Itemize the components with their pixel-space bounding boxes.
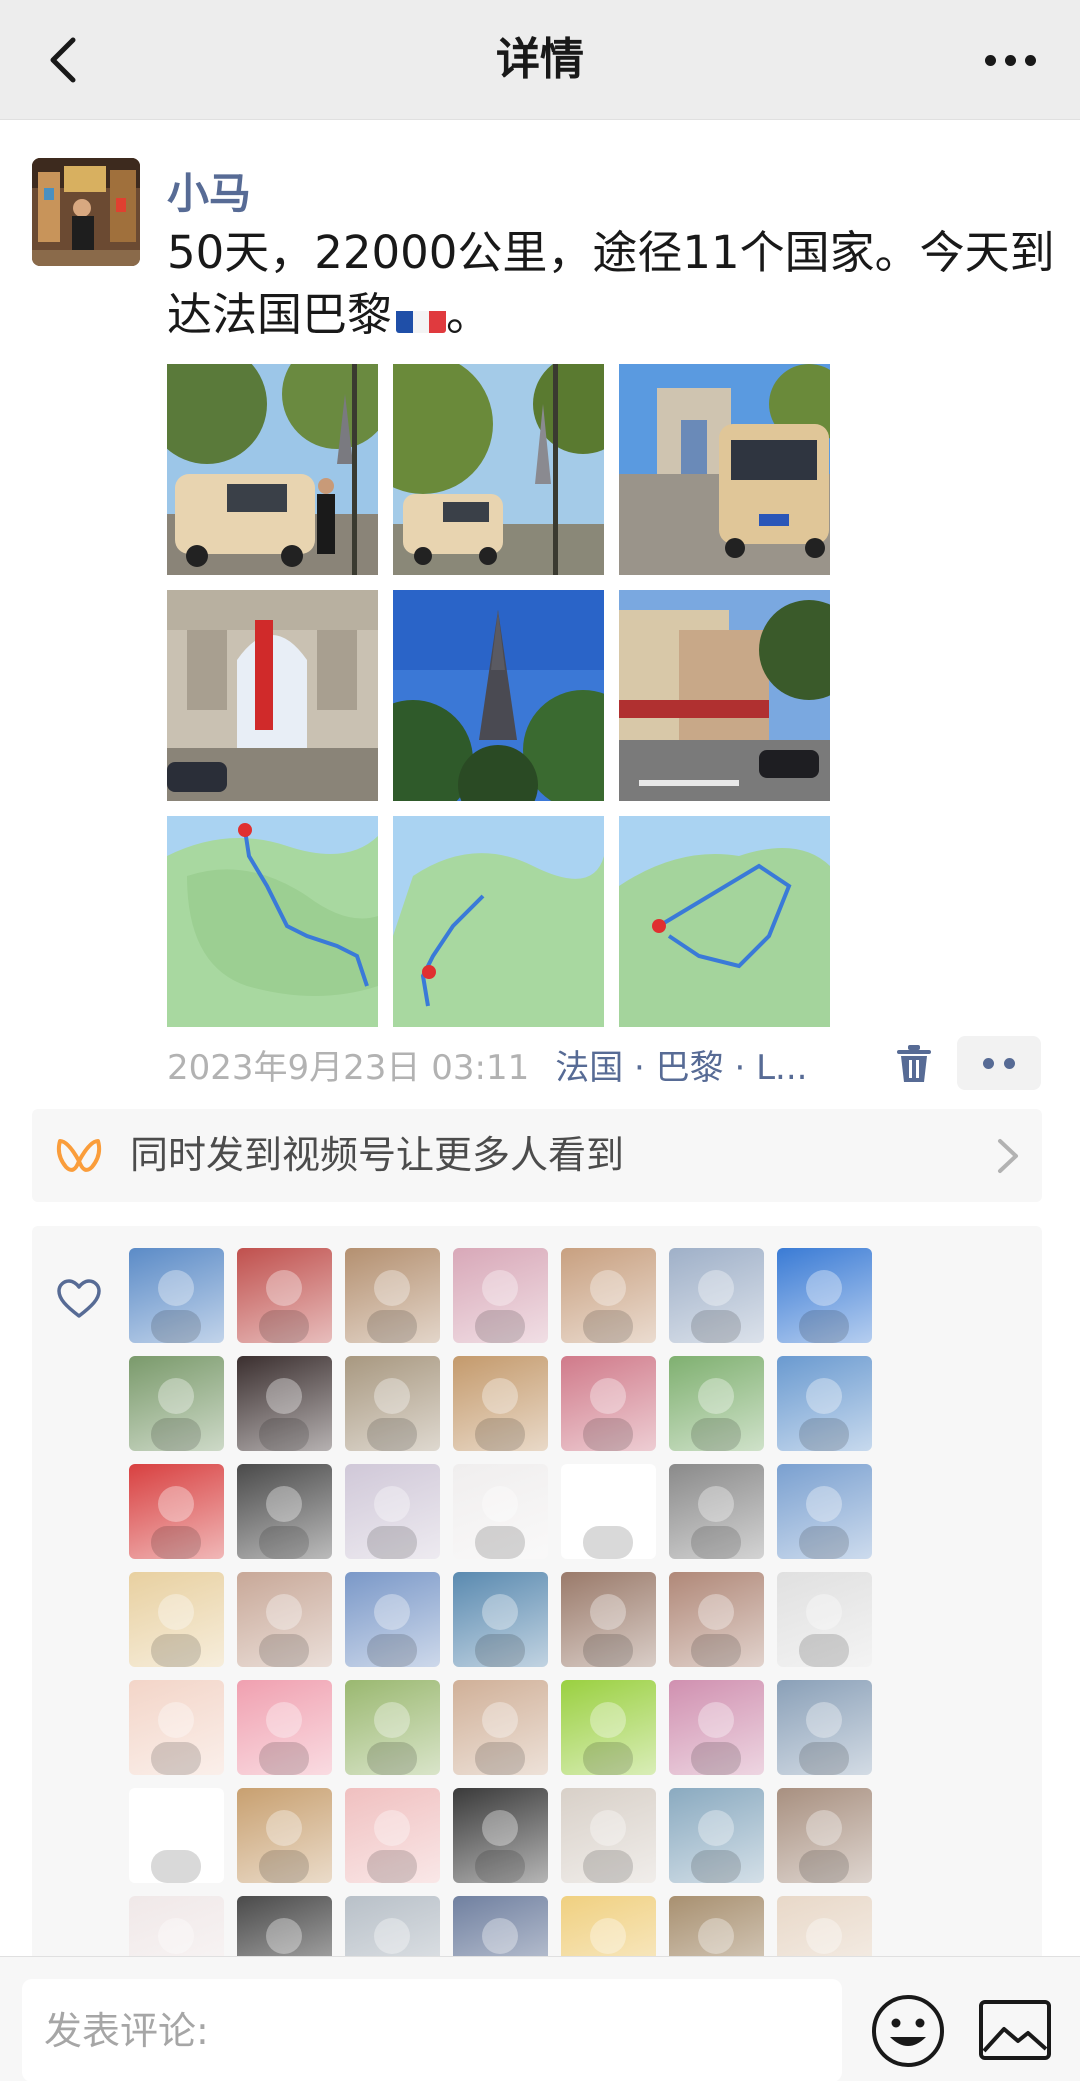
liker-avatar[interactable] xyxy=(129,1464,224,1559)
post-text-body: 50天，22000公里，途径11个国家。今天到达法国巴黎 xyxy=(167,226,1055,341)
navbar: 详情 xyxy=(0,0,1080,120)
liker-avatar[interactable] xyxy=(129,1788,224,1883)
post-text: 50天，22000公里，途径11个国家。今天到达法国巴黎。 xyxy=(167,222,1057,346)
liker-avatar[interactable] xyxy=(561,1788,656,1883)
post-meta: 2023年9月23日 03:11 法国 · 巴黎 · L... xyxy=(167,1040,807,1088)
comment-input[interactable] xyxy=(22,1979,842,2081)
back-button[interactable] xyxy=(30,28,94,92)
liker-avatar[interactable] xyxy=(345,1356,440,1451)
liker-avatar[interactable] xyxy=(345,1680,440,1775)
author-name[interactable]: 小马 xyxy=(167,160,251,221)
liker-avatar[interactable] xyxy=(777,1680,872,1775)
liker-avatar[interactable] xyxy=(777,1788,872,1883)
photo-paris-street[interactable] xyxy=(619,590,830,801)
post-location[interactable]: 法国 · 巴黎 · L... xyxy=(555,1040,807,1089)
photo-map-russia[interactable] xyxy=(167,816,378,1027)
post-text-suffix: 。 xyxy=(446,288,492,341)
photo-grid xyxy=(167,364,830,1027)
liker-avatar[interactable] xyxy=(669,1788,764,1883)
likes-panel xyxy=(32,1226,1042,1986)
photo-arc-de-triomphe[interactable] xyxy=(167,590,378,801)
more-dots-icon xyxy=(984,54,996,66)
liker-avatar[interactable] xyxy=(453,1788,548,1883)
liker-avatar[interactable] xyxy=(561,1680,656,1775)
author-avatar[interactable] xyxy=(32,158,140,266)
trash-icon xyxy=(897,1045,931,1082)
chevron-right-icon xyxy=(998,1139,1018,1173)
channels-icon xyxy=(56,1139,102,1172)
liker-avatar[interactable] xyxy=(777,1572,872,1667)
liker-avatar[interactable] xyxy=(345,1572,440,1667)
photo-van-arc[interactable] xyxy=(619,364,830,575)
liker-avatar[interactable] xyxy=(777,1464,872,1559)
liker-avatar[interactable] xyxy=(237,1572,332,1667)
liker-avatar[interactable] xyxy=(453,1356,548,1451)
photo-map-europe[interactable] xyxy=(393,816,604,1027)
image-icon[interactable] xyxy=(978,1999,1052,2061)
liker-avatar[interactable] xyxy=(453,1572,548,1667)
comment-bar xyxy=(0,1956,1080,2081)
chevron-left-icon xyxy=(50,37,76,83)
liker-avatar[interactable] xyxy=(345,1788,440,1883)
liker-avatar[interactable] xyxy=(561,1464,656,1559)
liker-avatar[interactable] xyxy=(345,1248,440,1343)
more-dots-icon xyxy=(983,1057,994,1069)
photo-van-eiffel-1[interactable] xyxy=(167,364,378,575)
liker-avatar[interactable] xyxy=(669,1356,764,1451)
post-more-button[interactable] xyxy=(957,1036,1041,1090)
photo-van-eiffel-2[interactable] xyxy=(393,364,604,575)
france-flag-icon xyxy=(396,299,446,333)
liker-avatar[interactable] xyxy=(129,1680,224,1775)
liker-avatar[interactable] xyxy=(129,1248,224,1343)
liker-avatar[interactable] xyxy=(777,1248,872,1343)
photo-map-france[interactable] xyxy=(619,816,830,1027)
liker-avatar[interactable] xyxy=(453,1464,548,1559)
liker-avatar[interactable] xyxy=(453,1248,548,1343)
liker-avatar[interactable] xyxy=(237,1248,332,1343)
liker-avatar[interactable] xyxy=(237,1680,332,1775)
liker-avatar[interactable] xyxy=(561,1248,656,1343)
liker-avatar[interactable] xyxy=(777,1356,872,1451)
liker-avatar[interactable] xyxy=(129,1356,224,1451)
liker-avatar[interactable] xyxy=(669,1680,764,1775)
channels-promo[interactable]: 同时发到视频号让更多人看到 xyxy=(32,1109,1042,1202)
emoji-icon[interactable] xyxy=(870,1993,946,2069)
heart-icon xyxy=(57,1279,101,1318)
delete-button[interactable] xyxy=(895,1044,933,1084)
post-time: 2023年9月23日 03:11 xyxy=(167,1047,530,1088)
liker-avatar[interactable] xyxy=(669,1464,764,1559)
liker-avatar[interactable] xyxy=(453,1680,548,1775)
liker-avatar[interactable] xyxy=(669,1572,764,1667)
liker-avatar[interactable] xyxy=(561,1572,656,1667)
liker-avatar[interactable] xyxy=(669,1248,764,1343)
liker-avatar[interactable] xyxy=(561,1356,656,1451)
liker-avatar[interactable] xyxy=(237,1356,332,1451)
promo-text: 同时发到视频号让更多人看到 xyxy=(130,1133,625,1177)
liker-avatar[interactable] xyxy=(345,1464,440,1559)
liker-avatar[interactable] xyxy=(129,1572,224,1667)
page-title: 详情 xyxy=(496,34,584,85)
liker-avatar[interactable] xyxy=(237,1788,332,1883)
more-button[interactable] xyxy=(970,28,1050,92)
liker-avatar[interactable] xyxy=(237,1464,332,1559)
photo-eiffel-tower[interactable] xyxy=(393,590,604,801)
